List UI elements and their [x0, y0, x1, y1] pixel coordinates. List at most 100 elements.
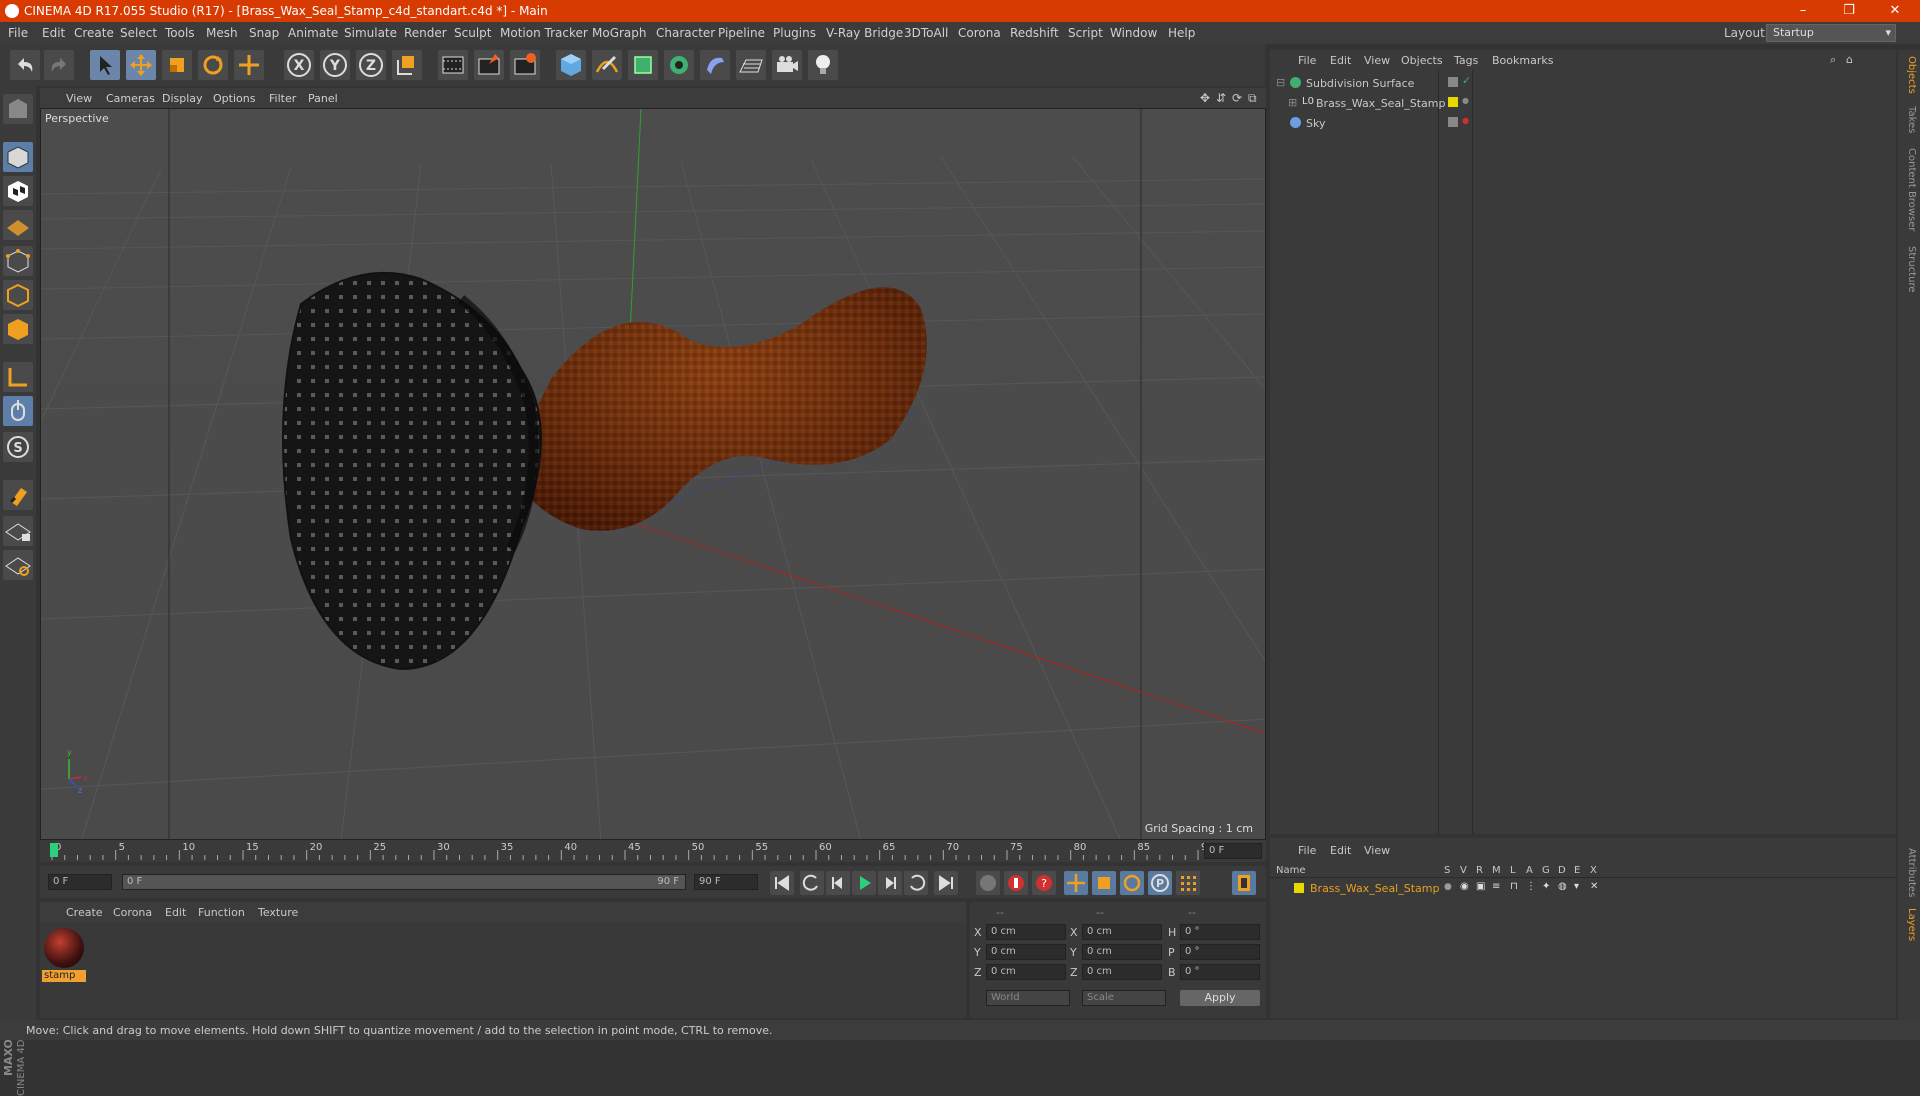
lock-workplane-button[interactable]: [3, 516, 33, 546]
model-mode-button[interactable]: [3, 142, 33, 172]
generator-icon[interactable]: ✦: [1542, 881, 1550, 892]
object-row-subdivision-surface[interactable]: ⊟ Subdivision Surface ✓: [1274, 74, 1892, 94]
timeline-ruler[interactable]: 051015202530354045505560657075808590 0 F: [40, 840, 1266, 862]
viewport-menu-display[interactable]: Display: [162, 92, 203, 105]
subdivision-surface-button[interactable]: [628, 50, 658, 80]
floor-button[interactable]: [736, 50, 766, 80]
home-icon[interactable]: ⌂: [1846, 53, 1853, 66]
minimize-button[interactable]: –: [1780, 0, 1826, 22]
deformer-icon[interactable]: ◍: [1558, 881, 1567, 892]
material-menu-create[interactable]: Create: [66, 906, 103, 919]
coordinate-system-button[interactable]: [392, 50, 422, 80]
material-menu-edit[interactable]: Edit: [165, 906, 186, 919]
coord-apply-button[interactable]: Apply: [1180, 990, 1260, 1006]
tab-layers[interactable]: Layers: [1901, 908, 1917, 941]
record-active-objects-button[interactable]: [976, 871, 1000, 895]
menu-motion-tracker[interactable]: Motion Tracker: [500, 26, 588, 40]
coord-rot-p-field[interactable]: 0 °: [1180, 944, 1260, 960]
scale-tool[interactable]: [162, 50, 192, 80]
menu-mesh[interactable]: Mesh: [206, 26, 238, 40]
menu-redshift[interactable]: Redshift: [1010, 26, 1059, 40]
tab-takes[interactable]: Takes: [1901, 106, 1917, 133]
menu-window[interactable]: Window: [1110, 26, 1157, 40]
menu-3dtoall[interactable]: 3DToAll: [904, 26, 948, 40]
key-scale-button[interactable]: [1092, 871, 1116, 895]
enabled-check-icon[interactable]: ✓: [1462, 74, 1471, 87]
objects-menu-tags[interactable]: Tags: [1454, 54, 1478, 67]
playhead-marker[interactable]: [50, 843, 58, 857]
menu-snap[interactable]: Snap: [249, 26, 279, 40]
coord-pos-y-field[interactable]: 0 cm: [986, 944, 1066, 960]
lock-icon[interactable]: ⊓: [1510, 881, 1518, 892]
coord-rot-h-field[interactable]: 0 °: [1180, 924, 1260, 940]
animation-icon[interactable]: ⋮: [1526, 881, 1536, 892]
collapse-icon[interactable]: ⊟: [1276, 76, 1285, 89]
points-mode-button[interactable]: [3, 246, 33, 276]
menu-script[interactable]: Script: [1068, 26, 1103, 40]
redo-button[interactable]: [44, 50, 74, 80]
viewport-rotate-icon[interactable]: ⟳: [1232, 91, 1242, 105]
menu-simulate[interactable]: Simulate: [344, 26, 397, 40]
objects-menu-file[interactable]: File: [1298, 54, 1316, 67]
viewport-maximize-icon[interactable]: ⧉: [1248, 91, 1257, 106]
viewport-zoom-icon[interactable]: ⇵: [1216, 91, 1226, 105]
x-axis-lock-button[interactable]: X: [284, 50, 314, 80]
frame-range-slider[interactable]: 0 F 90 F: [122, 874, 686, 890]
camera-button[interactable]: [772, 50, 802, 80]
objects-menu-edit[interactable]: Edit: [1330, 54, 1351, 67]
viewport-menu-panel[interactable]: Panel: [308, 92, 338, 105]
material-menu-function[interactable]: Function: [198, 906, 245, 919]
previous-frame-button[interactable]: [826, 871, 850, 895]
menu-mograph[interactable]: MoGraph: [592, 26, 647, 40]
cube-object-button[interactable]: [556, 50, 586, 80]
coord-rot-b-field[interactable]: 0 °: [1180, 964, 1260, 980]
current-frame-field[interactable]: 0 F: [48, 874, 112, 890]
workplane-mode-button[interactable]: [3, 210, 33, 240]
tab-structure[interactable]: Structure: [1901, 246, 1917, 293]
objects-menu-bookmarks[interactable]: Bookmarks: [1492, 54, 1553, 67]
objects-menu-view[interactable]: View: [1364, 54, 1390, 67]
close-button[interactable]: ✕: [1872, 0, 1918, 22]
maximize-button[interactable]: ❐: [1826, 0, 1872, 22]
layers-menu-file[interactable]: File: [1298, 844, 1316, 857]
timeline-end-field[interactable]: 0 F: [1204, 843, 1262, 859]
expression-icon[interactable]: ▾: [1574, 881, 1579, 892]
viewport-perspective[interactable]: y x z Perspective Grid Spacing : 1 cm: [40, 108, 1266, 840]
tweak-mode-button[interactable]: [3, 396, 33, 426]
coord-size-y-field[interactable]: 0 cm: [1082, 944, 1162, 960]
menu-pipeline[interactable]: Pipeline: [718, 26, 765, 40]
coord-size-z-field[interactable]: 0 cm: [1082, 964, 1162, 980]
visibility-dots-icon[interactable]: ●: [1462, 116, 1469, 125]
coord-size-x-field[interactable]: 0 cm: [1082, 924, 1162, 940]
layer-swatch[interactable]: [1448, 77, 1458, 87]
viewport-menu-filter[interactable]: Filter: [269, 92, 296, 105]
layers-menu-view[interactable]: View: [1364, 844, 1390, 857]
manager-icon[interactable]: ≡: [1492, 881, 1500, 892]
menu-sculpt[interactable]: Sculpt: [454, 26, 491, 40]
visibility-dots-icon[interactable]: ●: [1462, 96, 1469, 105]
menu-tools[interactable]: Tools: [165, 26, 195, 40]
menu-character[interactable]: Character: [656, 26, 715, 40]
solo-button[interactable]: S: [3, 432, 33, 462]
autokeying-button[interactable]: [1004, 871, 1028, 895]
coord-space-dropdown[interactable]: World: [986, 990, 1070, 1006]
max-frame-field[interactable]: 90 F: [694, 874, 758, 890]
viewport-menu-cameras[interactable]: Cameras: [106, 92, 155, 105]
render-icon[interactable]: ▣: [1476, 881, 1485, 892]
transform-tool[interactable]: [234, 50, 264, 80]
material-menu-texture[interactable]: Texture: [258, 906, 298, 919]
coord-pos-x-field[interactable]: 0 cm: [986, 924, 1066, 940]
tab-content-browser[interactable]: Content Browser: [1901, 148, 1917, 231]
deformer-button[interactable]: [700, 50, 730, 80]
expand-icon[interactable]: ⊞: [1288, 96, 1297, 109]
viewport-pan-icon[interactable]: ✥: [1200, 91, 1210, 105]
tab-attributes[interactable]: Attributes: [1901, 848, 1917, 897]
key-pla-button[interactable]: [1176, 871, 1200, 895]
viewport-menu-options[interactable]: Options: [213, 92, 255, 105]
cloner-button[interactable]: [664, 50, 694, 80]
play-forward-button[interactable]: [852, 871, 876, 895]
previous-key-button[interactable]: [800, 871, 824, 895]
menu-edit[interactable]: Edit: [42, 26, 65, 40]
layers-menu-edit[interactable]: Edit: [1330, 844, 1351, 857]
layer-color-swatch[interactable]: [1448, 97, 1458, 107]
